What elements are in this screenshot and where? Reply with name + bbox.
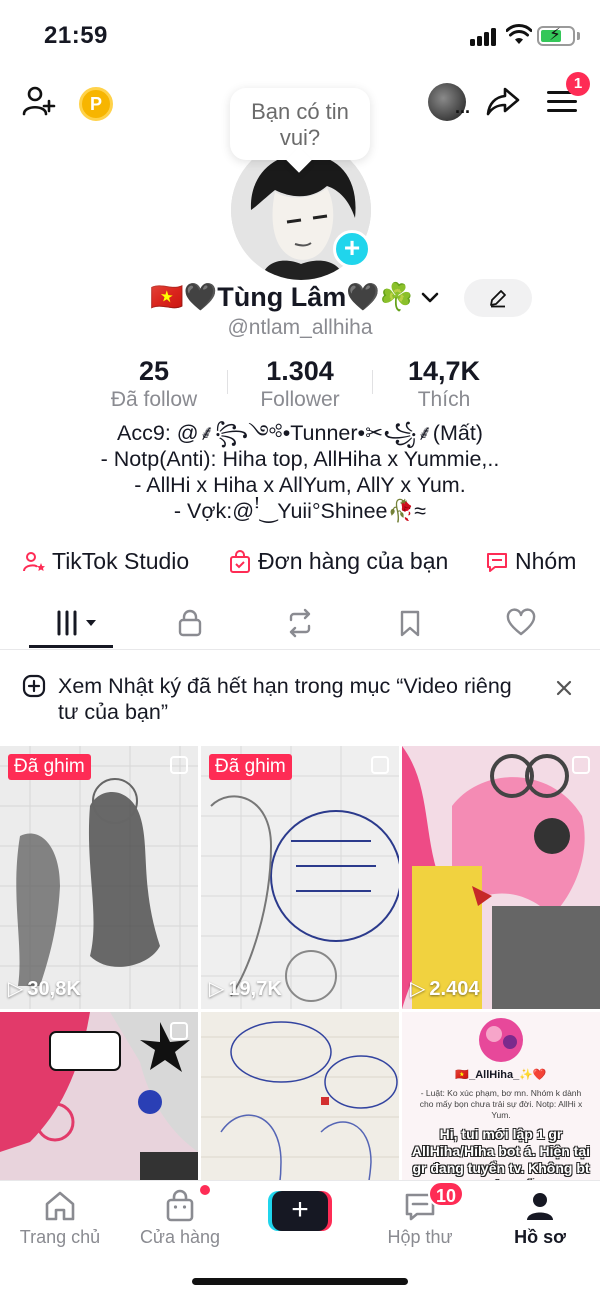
profile-icon [527, 1193, 553, 1220]
post-username: 🇻🇳_AllHiha_✨❤️ [455, 1069, 547, 1081]
view-count: 19,7K [209, 976, 281, 1001]
bio-line: - Notp(Anti): Hiha top, AllHiha x Yummie… [100, 447, 500, 471]
menu-badge: 1 [566, 72, 590, 96]
bio-line: - AllHi x Hiha x AllYum, AllY x Yum. [134, 473, 466, 497]
stat-label: Follower [260, 388, 340, 411]
nav-label: Trang chủ [19, 1227, 101, 1247]
stat-divider [372, 370, 373, 394]
heart-icon [506, 608, 536, 636]
multi-image-icon [170, 1022, 188, 1040]
stat-value: 1.304 [266, 356, 334, 386]
person-star-icon [23, 552, 45, 572]
home-indicator [192, 1278, 408, 1285]
bio-line: - Vợk:@ꜝ‿Yuii°Shinee🥀≈ [173, 499, 427, 523]
display-name: 🇻🇳🖤Tùng Lâm🖤☘️ [150, 282, 414, 312]
stat-label: Đã follow [110, 388, 198, 411]
close-icon[interactable] [555, 679, 573, 697]
notice-text: Xem Nhật ký đã hết hạn trong mục “Video … [58, 674, 512, 724]
add-circle-icon [22, 674, 46, 698]
bio-line: Acc9: @⸙꧂༺•Tunner•✂꧁⸙(Mất) [117, 421, 483, 445]
nav-home[interactable]: Trang chủ [0, 1189, 120, 1248]
profile-links: TikTok Studio Đơn hàng của bạn Nhóm [0, 545, 600, 579]
edit-profile-button[interactable] [464, 279, 532, 317]
stat-likes[interactable]: 14,7K Thích [394, 355, 494, 413]
battery-icon: ⚡ [537, 25, 575, 46]
note-bubble[interactable]: Bạn có tin vui? [230, 88, 370, 160]
grid-icon [57, 610, 96, 636]
bio: Acc9: @⸙꧂༺•Tunner•✂꧁⸙(Mất) - Notp(Anti):… [0, 420, 600, 524]
pinned-badge: Đã ghim [209, 754, 292, 780]
expired-diary-notice[interactable]: Xem Nhật ký đã hết hạn trong mục “Video … [0, 665, 600, 735]
tab-videos[interactable] [16, 598, 126, 650]
tab-private[interactable] [135, 598, 245, 650]
home-icon [45, 1191, 75, 1221]
inbox-badge: 10 [428, 1181, 465, 1207]
shop-notification-dot [200, 1185, 210, 1195]
stat-label: Thích [417, 388, 471, 411]
nav-label: Hộp thư [387, 1227, 453, 1247]
add-friend-icon[interactable] [20, 83, 56, 119]
nav-label: Hồ sơ [514, 1227, 566, 1247]
content-tabs [0, 598, 600, 650]
status-time: 21:59 [44, 22, 108, 49]
coin-icon[interactable]: P [79, 87, 113, 121]
share-icon[interactable] [485, 83, 521, 119]
nav-profile[interactable]: Hồ sơ [480, 1189, 600, 1248]
tab-favorites[interactable] [355, 598, 465, 650]
video-grid: Đã ghim 30,8K Đã ghim 19,7K [0, 746, 600, 1186]
repost-icon [289, 608, 311, 638]
video-thumbnail[interactable] [201, 1012, 399, 1186]
bookmark-icon [400, 610, 420, 637]
video-thumbnail[interactable]: Đã ghim 30,8K [0, 746, 198, 1009]
video-thumbnail[interactable]: Đã ghim 19,7K [201, 746, 399, 1009]
active-tab-indicator [29, 645, 113, 648]
multi-image-icon [371, 756, 389, 774]
add-avatar-button[interactable]: + [333, 230, 371, 268]
link-label: TikTok Studio [52, 548, 190, 574]
status-bar: 21:59 ⚡ [0, 0, 600, 70]
tab-liked[interactable] [466, 598, 576, 650]
link-label: Nhóm [515, 548, 577, 574]
plus-icon: + [272, 1191, 328, 1231]
chat-bubble-icon [487, 553, 507, 572]
post-caption: Hi, tui mới lập 1 gr AllHiha/Hiha bot á.… [411, 1126, 591, 1186]
create-button[interactable]: + [268, 1191, 332, 1231]
nav-label: Cửa hàng [139, 1227, 221, 1247]
chevron-down-icon[interactable] [420, 290, 440, 306]
view-count: 30,8K [8, 976, 80, 1001]
shop-bag-icon [166, 1189, 194, 1222]
stat-following[interactable]: 25 Đã follow [104, 355, 204, 413]
username: @ntlam_allhiha [227, 316, 373, 339]
more-dots: ... [455, 97, 471, 117]
stat-followers[interactable]: 1.304 Follower [245, 355, 355, 413]
wifi-icon [506, 24, 532, 44]
stat-divider [227, 370, 228, 394]
video-thumbnail[interactable] [0, 1012, 198, 1186]
stat-value: 14,7K [407, 356, 481, 386]
view-count: 2.404 [410, 976, 479, 1001]
pencil-icon [490, 290, 506, 308]
video-thumbnail[interactable]: 🇻🇳_AllHiha_✨❤️ - Luật: Ko xúc phạm, bơ m… [402, 1012, 600, 1186]
post-rules: - Luật: Ko xúc phạm, bơ mn. Nhóm k dành … [419, 1088, 583, 1120]
pinned-badge: Đã ghim [8, 754, 91, 780]
cellular-signal-icon [470, 28, 498, 46]
multi-image-icon [572, 756, 590, 774]
tab-reposts[interactable] [245, 598, 355, 650]
stat-value: 25 [138, 356, 170, 386]
shopping-bag-icon [230, 550, 250, 573]
link-label: Đơn hàng của bạn [258, 548, 449, 574]
lock-icon [178, 609, 202, 637]
video-thumbnail[interactable]: 2.404 [402, 746, 600, 1009]
nav-shop[interactable]: Cửa hàng [120, 1189, 240, 1248]
multi-image-icon [170, 756, 188, 774]
